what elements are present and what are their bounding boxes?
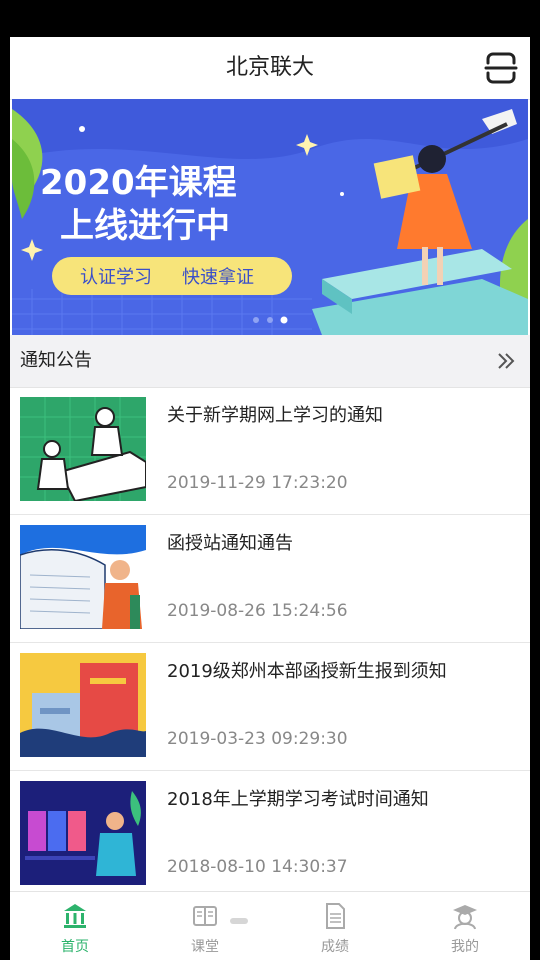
notice-title: 2018年上学期学习考试时间通知 <box>167 789 429 810</box>
carousel-dot-active[interactable] <box>280 316 288 324</box>
tab-label: 我的 <box>451 939 479 955</box>
notice-date: 2018-08-10 14:30:37 <box>167 857 348 877</box>
home-icon <box>64 904 86 928</box>
book-icon <box>193 906 217 926</box>
notice-section-header[interactable]: 通知公告 <box>10 335 530 388</box>
carousel-dot[interactable] <box>253 317 259 323</box>
home-indicator <box>230 918 248 924</box>
user-icon <box>453 905 477 930</box>
notice-item[interactable]: 关于新学期网上学习的通知 2019-11-29 17:23:20 <box>10 387 530 515</box>
notice-item[interactable]: 2019级郑州本部函授新生报到须知 2019-03-23 09:29:30 <box>10 643 530 771</box>
notice-title: 函授站通知通告 <box>167 533 293 554</box>
tab-label: 课堂 <box>191 939 219 955</box>
tab-home[interactable]: 首页 <box>10 892 140 960</box>
notice-date: 2019-08-26 15:24:56 <box>167 601 348 621</box>
banner-tag-1: 认证学习 <box>80 267 152 288</box>
app-header: 北京联大 <box>10 37 530 100</box>
tab-grades[interactable]: 成绩 <box>270 892 400 960</box>
notice-thumbnail <box>20 653 146 757</box>
scan-icon[interactable] <box>484 51 518 85</box>
section-title: 通知公告 <box>20 350 92 371</box>
banner-line2: 上线进行中 <box>60 206 230 246</box>
notice-title: 2019级郑州本部函授新生报到须知 <box>167 661 447 682</box>
notice-title: 关于新学期网上学习的通知 <box>167 405 383 426</box>
notice-item[interactable]: 2018年上学期学习考试时间通知 2018-08-10 14:30:37 <box>10 771 530 899</box>
tab-classroom[interactable]: 课堂 <box>140 892 270 960</box>
tab-label: 首页 <box>61 939 89 955</box>
promo-banner[interactable]: 2020年课程 上线进行中 认证学习 快速拿证 <box>12 99 528 335</box>
notice-date: 2019-11-29 17:23:20 <box>167 473 348 493</box>
notice-thumbnail <box>20 525 146 629</box>
banner-line1: 2020年课程 <box>40 163 237 203</box>
carousel-dot[interactable] <box>267 317 273 323</box>
notice-thumbnail <box>20 781 146 885</box>
banner-illustration: 2020年课程 上线进行中 认证学习 快速拿证 <box>12 99 528 335</box>
tab-label: 成绩 <box>321 939 349 955</box>
bottom-tab-bar: 首页 课堂 成绩 我的 <box>10 891 530 960</box>
notice-thumbnail <box>20 397 146 501</box>
notice-date: 2019-03-23 09:29:30 <box>167 729 348 749</box>
app-screen: 北京联大 2020年课程 上线进行中 认证学习 快速拿证 通知公告 关于新学期网… <box>10 37 530 960</box>
double-chevron-right-icon[interactable] <box>496 349 516 373</box>
grade-doc-icon <box>326 903 345 929</box>
notice-list: 关于新学期网上学习的通知 2019-11-29 17:23:20 函授站通知通告… <box>10 387 530 899</box>
notice-item[interactable]: 函授站通知通告 2019-08-26 15:24:56 <box>10 515 530 643</box>
page-title: 北京联大 <box>225 55 314 80</box>
banner-tag-2: 快速拿证 <box>182 266 254 288</box>
tab-mine[interactable]: 我的 <box>400 892 530 960</box>
